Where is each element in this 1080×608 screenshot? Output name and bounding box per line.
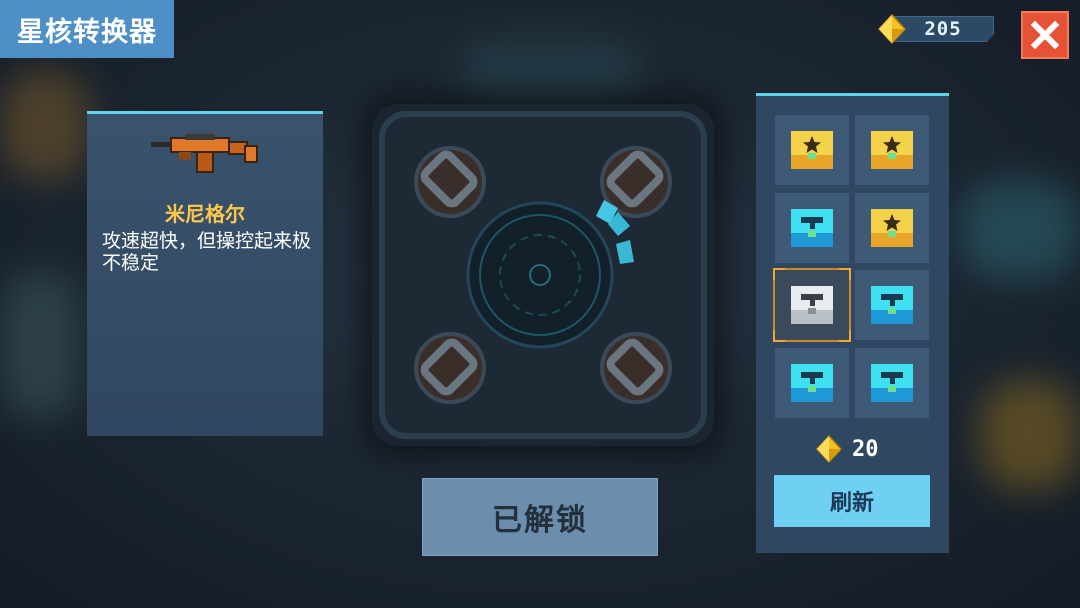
star-chest-icon [871, 209, 913, 247]
slot-6[interactable] [855, 270, 929, 340]
orange-pistol-icon [151, 134, 258, 173]
slot-4[interactable] [855, 193, 929, 263]
close-icon [1030, 20, 1060, 50]
unlocked-button[interactable]: 已解锁 [422, 478, 658, 556]
page-title: 星核转换器 [0, 0, 174, 58]
star-chest-icon [871, 131, 913, 169]
slot-8[interactable] [855, 348, 929, 418]
currency-amount: 205 [892, 16, 994, 42]
background-blob [460, 40, 640, 100]
star-chest-icon [791, 131, 833, 169]
background-blob [980, 380, 1080, 490]
weapon-name: 米尼格尔 [165, 202, 245, 226]
background-blob [0, 70, 90, 180]
background-blob [960, 180, 1080, 280]
currency-display: 205 [878, 14, 994, 44]
gun-chest-icon [871, 364, 913, 402]
close-button[interactable] [1021, 11, 1069, 59]
gun-chest-icon [871, 286, 913, 324]
gem-icon [878, 14, 906, 44]
refresh-cost: 20 [816, 434, 896, 464]
background-blob [0, 270, 80, 420]
slot-1[interactable] [775, 115, 849, 185]
gem-icon [816, 434, 842, 464]
slot-3[interactable] [775, 193, 849, 263]
gun-chest-icon [791, 209, 833, 247]
weapon-description: 攻速超快，但操控起来极不稳定 [102, 230, 312, 274]
slot-2[interactable] [855, 115, 929, 185]
weapon-info-panel: 米尼格尔 攻速超快，但操控起来极不稳定 [87, 111, 323, 436]
machine-graphic [379, 111, 707, 439]
slot-7[interactable] [775, 348, 849, 418]
star-core-machine [372, 104, 714, 446]
selection-corners [773, 268, 851, 342]
refresh-cost-amount: 20 [852, 436, 879, 462]
refresh-button[interactable]: 刷新 [774, 475, 930, 527]
gun-chest-icon [791, 364, 833, 402]
slot-5-selected[interactable] [773, 268, 851, 342]
